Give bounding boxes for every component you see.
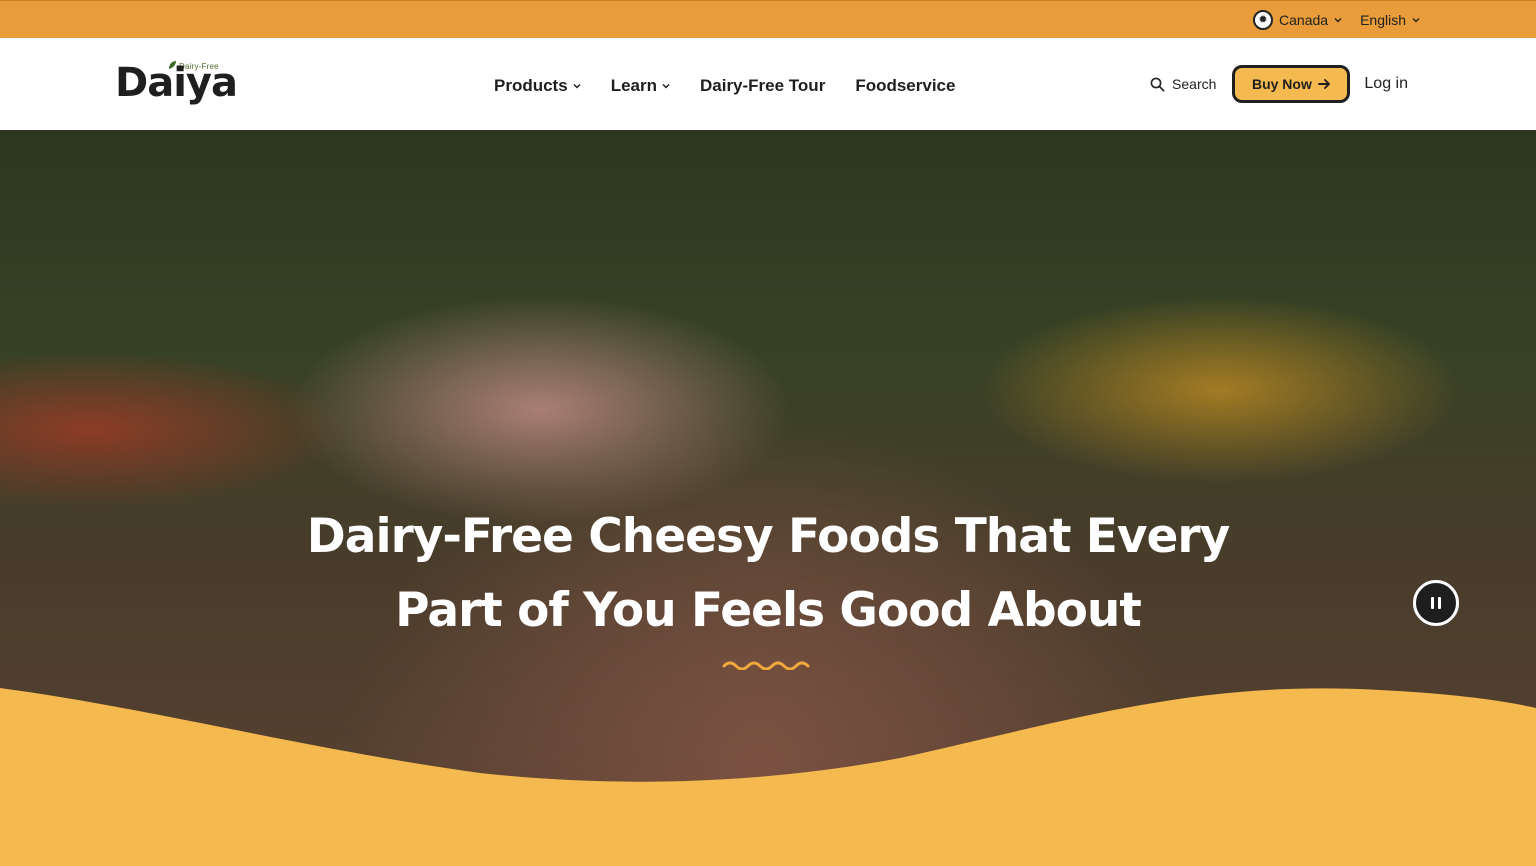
login-link[interactable]: Log in xyxy=(1364,75,1408,93)
site-header: Dairy-Free Daiya Products Learn Dairy-Fr… xyxy=(0,38,1536,130)
arrow-right-icon xyxy=(1317,79,1330,89)
chevron-down-icon xyxy=(1334,18,1342,23)
hero-heading-line-1: Dairy-Free Cheesy Foods That Every xyxy=(306,509,1231,564)
hero-heading-line-2: Part of You Feels Good About xyxy=(395,583,1142,638)
nav-label: Dairy-Free Tour xyxy=(699,76,826,95)
buy-now-label: Buy Now xyxy=(1251,76,1312,92)
daiya-logo[interactable]: Dairy-Free Daiya xyxy=(115,58,238,112)
canada-flag-icon: ✹ xyxy=(1253,10,1274,30)
hero-wave-divider xyxy=(0,688,1536,866)
language-selector[interactable]: English xyxy=(1360,12,1420,28)
nav-label: Foodservice xyxy=(855,76,956,95)
video-pause-button[interactable] xyxy=(1413,580,1459,626)
chevron-down-icon xyxy=(1412,18,1420,23)
hero-heading: Dairy-Free Cheesy Foods That Every Part … xyxy=(268,500,1268,648)
pause-icon xyxy=(1431,597,1441,609)
main-nav: Products Learn Dairy-Free Tour Foodservi… xyxy=(494,74,955,98)
chevron-down-icon xyxy=(662,83,670,89)
squiggle-divider-icon xyxy=(722,661,810,670)
country-selector[interactable]: ✹ Canada xyxy=(1253,10,1342,30)
search-button[interactable]: Search xyxy=(1150,76,1216,92)
buy-now-button[interactable]: Buy Now xyxy=(1232,65,1351,103)
chevron-down-icon xyxy=(573,83,581,89)
language-label: English xyxy=(1360,12,1406,28)
logo-wordmark: Daiya xyxy=(115,60,238,106)
nav-label: Learn xyxy=(610,76,657,95)
top-utility-bar: ✹ Canada English xyxy=(0,0,1536,38)
header-actions: Search Buy Now Log in xyxy=(1150,64,1408,104)
nav-item-dairy-free-tour[interactable]: Dairy-Free Tour xyxy=(700,76,825,96)
nav-item-learn[interactable]: Learn xyxy=(611,76,670,96)
nav-item-foodservice[interactable]: Foodservice xyxy=(855,76,955,96)
search-icon xyxy=(1150,77,1165,91)
nav-label: Products xyxy=(494,76,568,95)
search-label: Search xyxy=(1172,76,1217,92)
country-label: Canada xyxy=(1279,12,1329,28)
region-language-selectors: ✹ Canada English xyxy=(1253,8,1420,32)
nav-item-products[interactable]: Products xyxy=(494,76,581,96)
hero-banner: Dairy-Free Cheesy Foods That Every Part … xyxy=(0,130,1536,866)
